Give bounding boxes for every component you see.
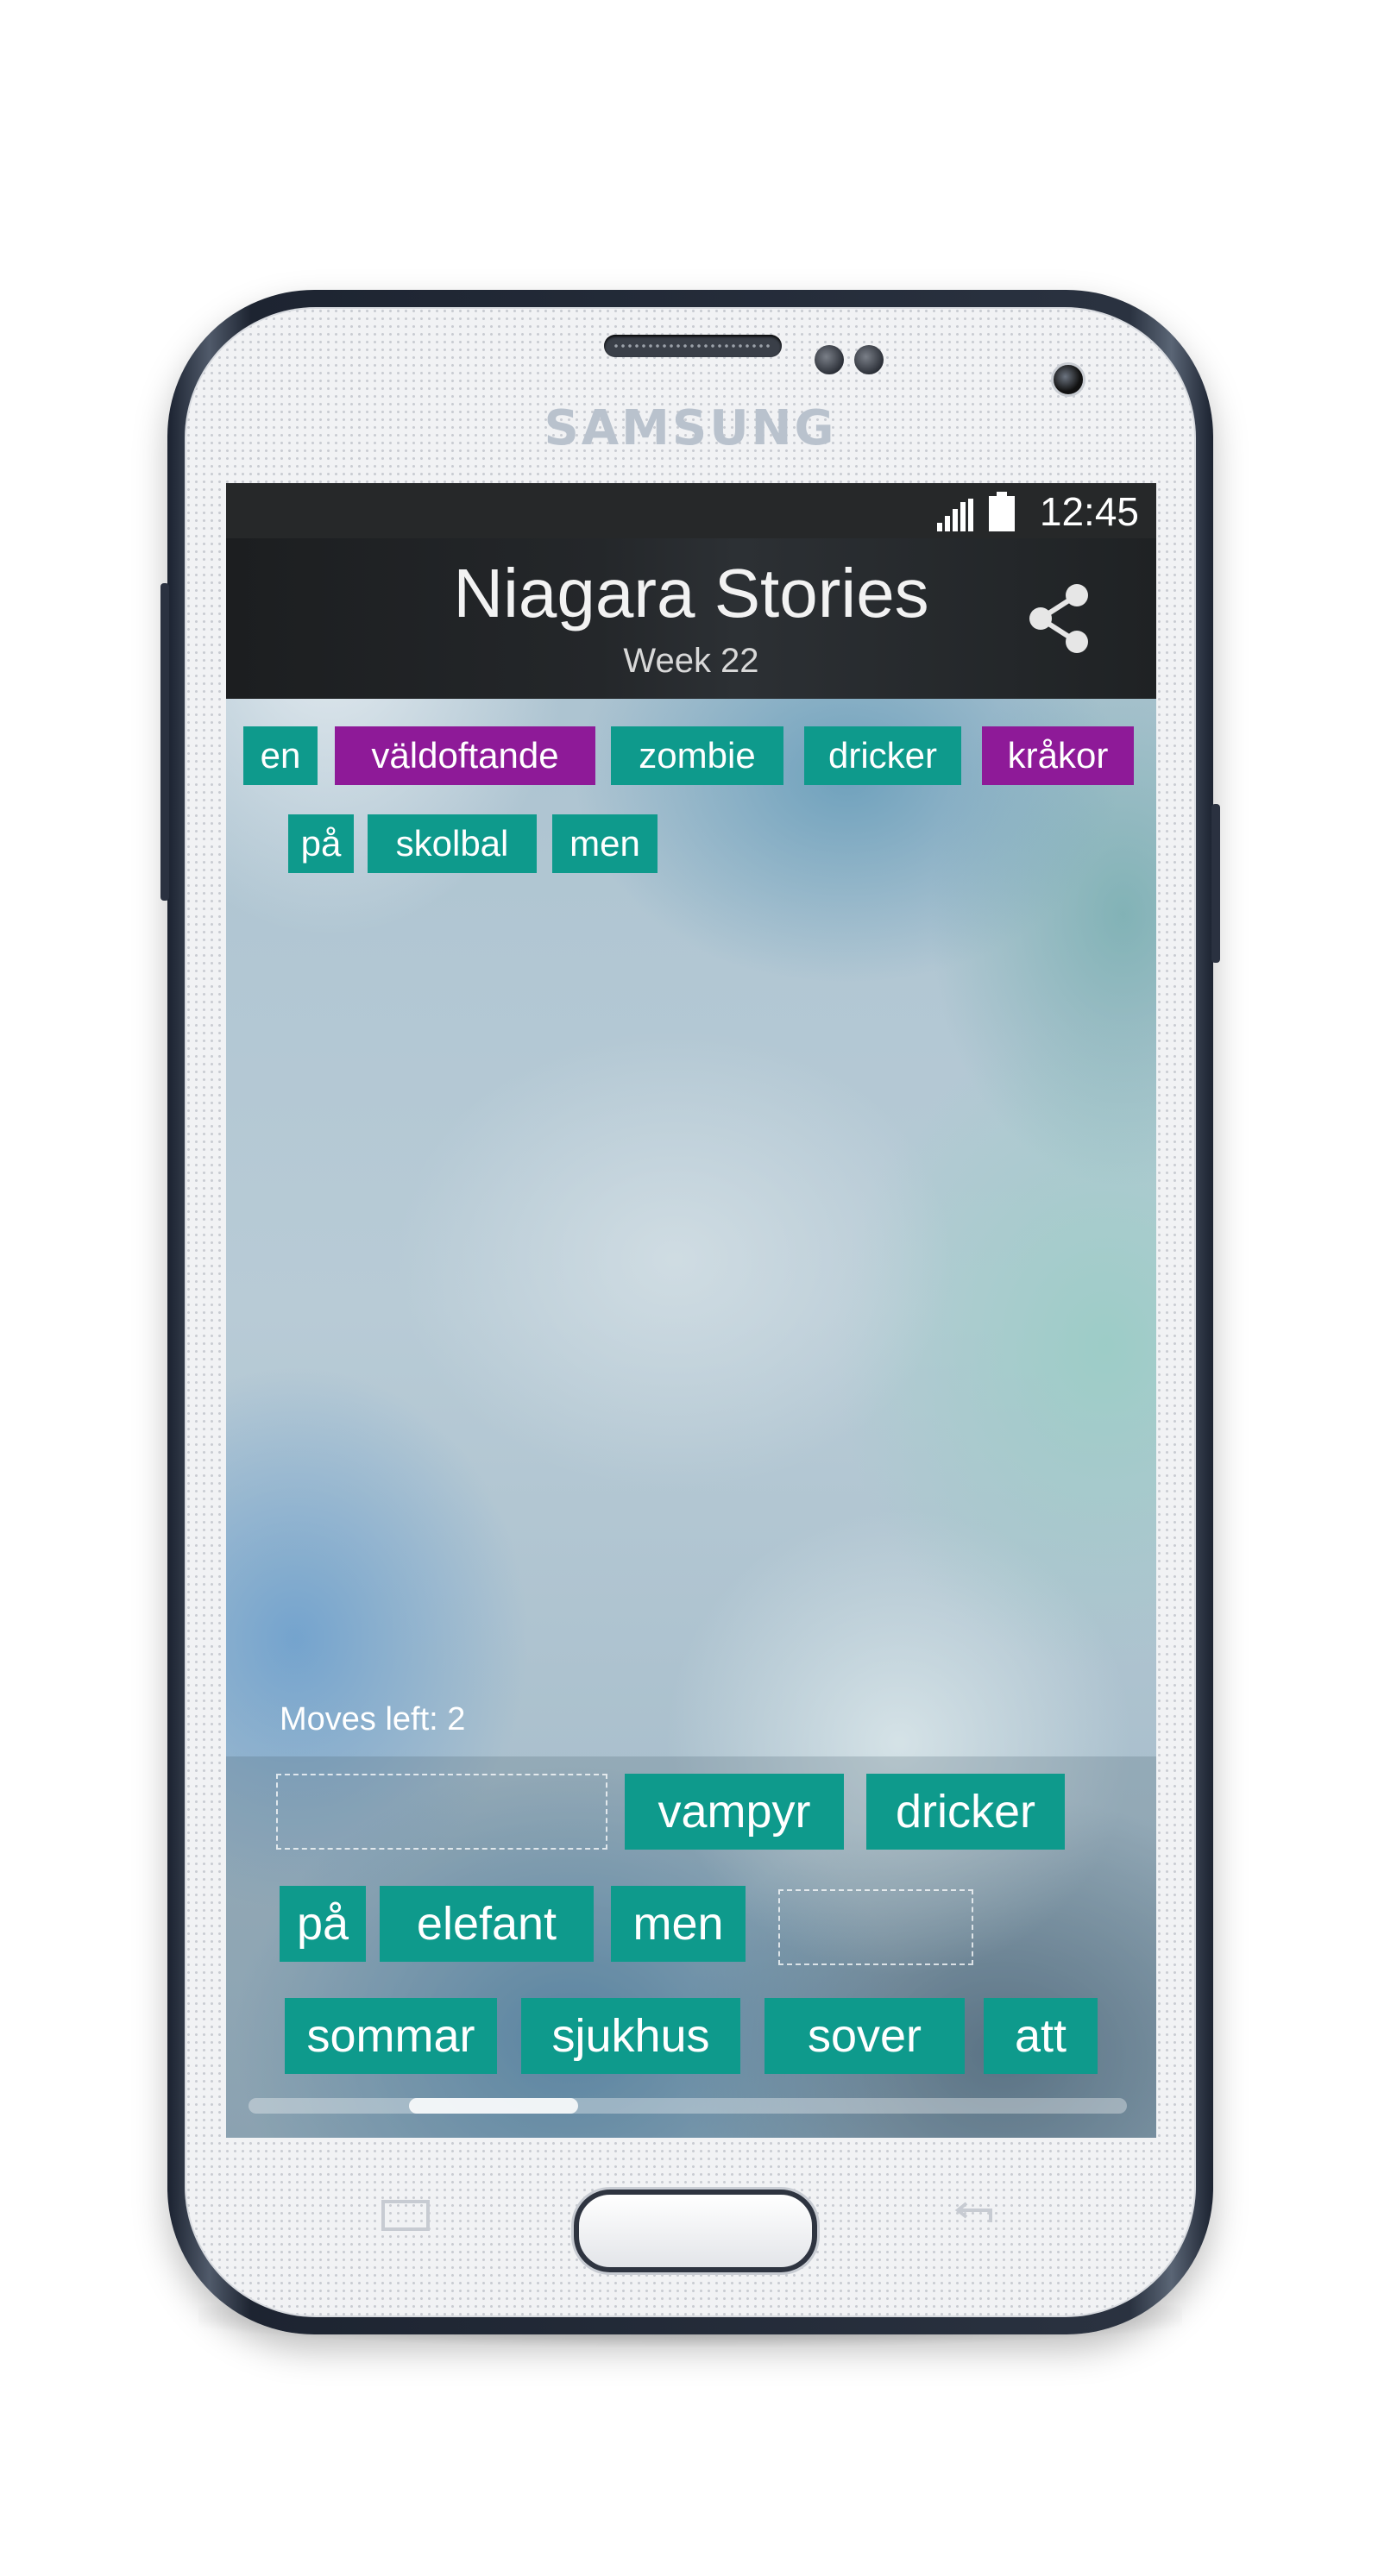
- volume-button: [160, 583, 169, 901]
- back-icon[interactable]: [946, 2196, 1001, 2244]
- sentence-word[interactable]: dricker: [804, 726, 961, 785]
- sentence-word[interactable]: zombie: [611, 726, 783, 785]
- tray-word[interactable]: sommar: [285, 1998, 497, 2074]
- tray-word[interactable]: sover: [765, 1998, 965, 2074]
- tray-word[interactable]: sjukhus: [521, 1998, 740, 2074]
- recent-apps-icon[interactable]: [378, 2196, 433, 2244]
- battery-icon: [989, 492, 1015, 531]
- tray-word[interactable]: dricker: [866, 1774, 1065, 1850]
- power-button: [1211, 804, 1220, 963]
- tray-word[interactable]: vampyr: [625, 1774, 844, 1850]
- brand-logo: SAMSUNG: [544, 400, 837, 456]
- scroll-thumb[interactable]: [409, 2098, 578, 2114]
- sentence-word[interactable]: på: [288, 814, 354, 873]
- app-bar: Niagara Stories Week 22: [226, 538, 1156, 699]
- moves-left-label: Moves left: 2: [280, 1701, 466, 1737]
- tray-word[interactable]: på: [280, 1886, 366, 1962]
- phone-screen: 12:45 Niagara Stories Week 22 en väldoft…: [226, 483, 1156, 2138]
- sentence-word[interactable]: men: [552, 814, 658, 873]
- app-title: Niagara Stories: [453, 555, 929, 631]
- proximity-sensor: [815, 345, 844, 374]
- home-button[interactable]: [574, 2190, 817, 2272]
- tray-word[interactable]: elefant: [380, 1886, 594, 1962]
- status-bar: 12:45: [226, 483, 1156, 538]
- sentence-word[interactable]: kråkor: [982, 726, 1134, 785]
- front-camera: [1051, 362, 1085, 397]
- app-subtitle: Week 22: [623, 642, 759, 680]
- sentence-word[interactable]: väldoftande: [335, 726, 595, 785]
- tray-word[interactable]: men: [611, 1886, 746, 1962]
- empty-word-slot[interactable]: [276, 1774, 607, 1850]
- tray-word[interactable]: att: [984, 1998, 1098, 2074]
- share-icon[interactable]: [1027, 583, 1092, 654]
- earpiece-speaker: [604, 335, 782, 357]
- signal-icon: [937, 499, 973, 531]
- empty-word-slot[interactable]: [778, 1889, 973, 1965]
- sentence-word[interactable]: skolbal: [368, 814, 537, 873]
- sentence-word[interactable]: en: [243, 726, 318, 785]
- tray-scrollbar[interactable]: [249, 2098, 1127, 2114]
- light-sensor: [854, 345, 884, 374]
- status-time: 12:45: [1039, 489, 1139, 534]
